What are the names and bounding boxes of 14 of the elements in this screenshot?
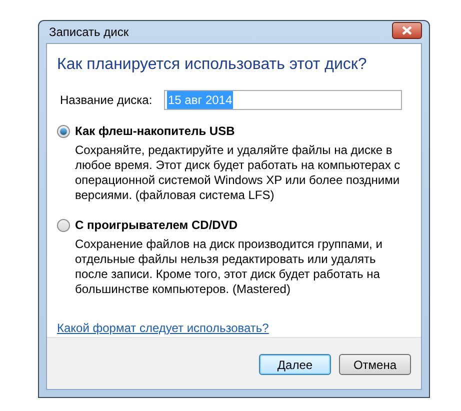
option-description: Сохраняйте, редактируйте и удаляйте файлы на диске в любое время. Этот диск будет работать на компьютерах с операционной системой Windows XP или более поздними версиями. (файловая система LFS) (75, 143, 402, 203)
dialog-button[interactable]: Отмена (339, 354, 411, 375)
option-label: Как флеш-накопитель USB (75, 123, 235, 140)
option-description: Сохранение файлов на диск производится группами, и отдельные файлы нельзя редактировать или удалять после записи. Кроме того, этот диск будет работать на большинстве компьютеров. (Mastered) (75, 237, 384, 297)
radio-button[interactable] (57, 124, 70, 138)
field-label: Название диска: (60, 92, 154, 109)
radio-button[interactable] (57, 218, 70, 232)
close-button[interactable] (392, 22, 422, 39)
help-link[interactable]: Какой формат следует использовать? (57, 321, 269, 335)
option-label: С проигрывателем CD/DVD (75, 217, 238, 234)
dialog-heading: Как планируется использовать этот диск? (57, 55, 368, 75)
window-title: Записать диск (48, 24, 129, 41)
dialog-button[interactable]: Далее (259, 354, 331, 375)
close-icon (402, 26, 412, 35)
